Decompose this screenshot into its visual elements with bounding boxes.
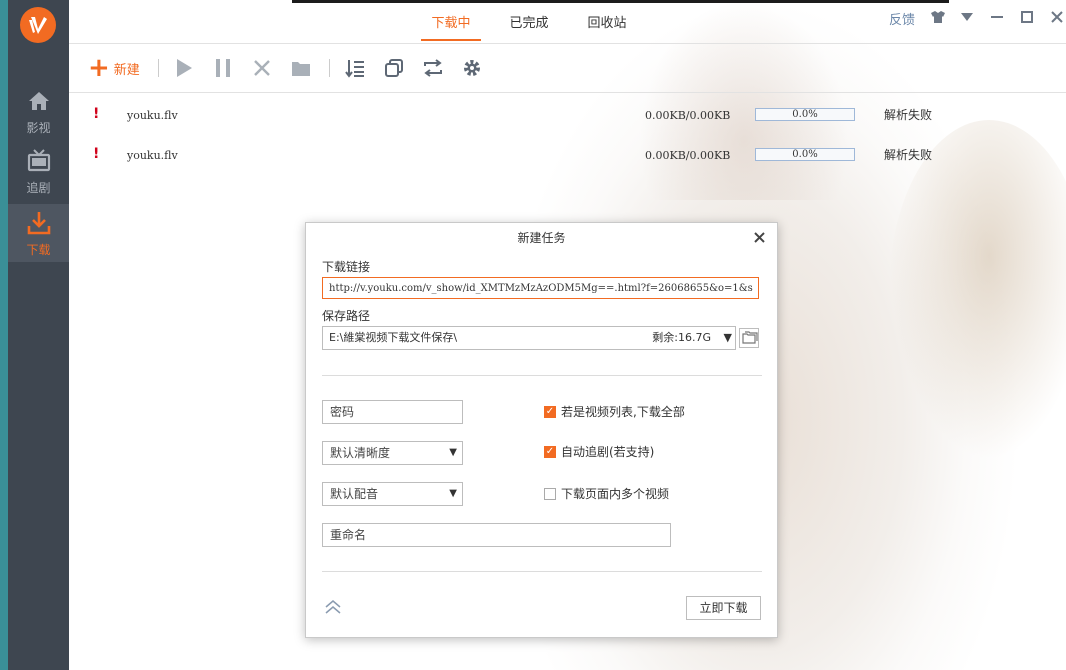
sidebar-item-label: 追剧 (26, 181, 51, 195)
sort-button[interactable] (344, 57, 366, 79)
sidebar-item-label: 下载 (26, 243, 51, 257)
play-icon (176, 59, 192, 77)
audio-value: 默认配音 (330, 487, 379, 501)
toolbar: + 新建 (88, 53, 500, 83)
collapse-up-icon[interactable] (324, 599, 342, 615)
download-now-button[interactable]: 立即下载 (686, 596, 761, 620)
chevron-down-icon: ▼ (449, 447, 457, 458)
url-input[interactable]: http://v.youku.com/v_show/id_XMTMzMzAzOD… (322, 277, 759, 299)
error-icon: ! (93, 106, 100, 122)
toolbar-divider (328, 59, 330, 77)
remaining-space: 剩余:16.7G (652, 331, 711, 344)
status-text: 解析失败 (884, 148, 933, 162)
auto-follow-label: 自动追剧(若支持) (561, 445, 655, 459)
sidebar-item-download[interactable]: 下载 (8, 204, 69, 262)
new-task-label: 新建 (113, 62, 140, 78)
path-label: 保存路径 (322, 309, 371, 323)
folder-icon (742, 331, 758, 344)
pause-button[interactable] (212, 57, 234, 79)
status-text: 解析失败 (884, 108, 933, 122)
tab-completed[interactable]: 已完成 (499, 12, 559, 41)
delete-button[interactable] (251, 57, 273, 79)
close-icon[interactable] (1051, 11, 1063, 23)
checkbox-empty (544, 487, 556, 500)
file-size: 0.00KB/0.00KB (645, 109, 731, 122)
sidebar: 影视 追剧 下载 (0, 0, 69, 670)
home-icon (28, 92, 49, 110)
audio-select[interactable]: 默认配音 ▼ (322, 482, 463, 506)
settings-icon (463, 60, 480, 76)
dialog-divider (322, 375, 762, 376)
file-size: 0.00KB/0.00KB (645, 149, 731, 162)
tab-downloading[interactable]: 下载中 (421, 12, 481, 41)
copy-icon (384, 59, 403, 77)
tv-icon (27, 149, 50, 172)
new-task-dialog: 新建任务 下载链接 http://v.youku.com/v_show/id_X… (305, 222, 778, 638)
sidebar-item-movies[interactable]: 影视 (8, 88, 69, 146)
new-task-button[interactable]: + 新建 (88, 53, 140, 83)
download-row[interactable]: ! youku.flv 0.00KB/0.00KB 0.0% 解析失败 (69, 104, 1066, 128)
settings-button[interactable] (461, 57, 483, 79)
open-folder-button[interactable] (290, 57, 312, 79)
folder-icon (291, 62, 310, 76)
pause-icon (215, 59, 230, 77)
check-icon: ✓ (544, 445, 556, 458)
save-path-select[interactable]: E:\維棠视频下载文件保存\ 剩余:16.7G ▼ (322, 326, 736, 350)
quality-value: 默认清晰度 (330, 446, 391, 460)
logo-icon (29, 17, 47, 34)
shirt-icon[interactable] (930, 10, 946, 24)
progress-bar: 0.0% (755, 108, 855, 121)
sidebar-item-label: 影视 (26, 121, 51, 135)
quality-select[interactable]: 默认清晰度 ▼ (322, 441, 463, 465)
dialog-divider (322, 571, 762, 572)
file-name: youku.flv (127, 109, 178, 122)
retry-button[interactable] (422, 57, 444, 79)
file-name: youku.flv (127, 149, 178, 162)
browse-folder-button[interactable] (739, 328, 759, 348)
copy-link-button[interactable] (383, 57, 405, 79)
rename-input[interactable]: 重命名 (322, 523, 671, 547)
minimize-icon[interactable] (991, 16, 1003, 18)
error-icon: ! (93, 146, 100, 162)
check-icon: ✓ (544, 405, 556, 418)
dropdown-icon[interactable] (961, 13, 973, 21)
app-logo (20, 7, 56, 43)
plus-icon: + (88, 53, 110, 83)
auto-follow-checkbox[interactable]: ✓ 自动追剧(若支持) (544, 443, 654, 460)
chevron-down-icon: ▼ (723, 331, 732, 344)
tab-recycle-bin[interactable]: 回收站 (577, 12, 637, 41)
header-divider (69, 43, 1066, 44)
password-input[interactable]: 密码 (322, 400, 463, 424)
toolbar-divider (157, 59, 159, 77)
multi-video-checkbox[interactable]: 下载页面内多个视频 (544, 485, 669, 502)
start-button[interactable] (173, 57, 195, 79)
refresh-icon (423, 59, 442, 77)
progress-bar: 0.0% (755, 148, 855, 161)
maximize-icon[interactable] (1021, 11, 1033, 23)
main-tabs: 下载中 已完成 回收站 (421, 12, 655, 41)
multi-video-label: 下载页面内多个视频 (561, 487, 670, 501)
sidebar-item-series[interactable]: 追剧 (8, 148, 69, 206)
download-all-label: 若是视频列表,下载全部 (561, 405, 685, 419)
feedback-link[interactable]: 反馈 (889, 9, 915, 28)
url-label: 下载链接 (322, 260, 371, 274)
save-path-value: E:\維棠视频下载文件保存\ (329, 331, 458, 344)
download-icon (27, 212, 50, 235)
download-row[interactable]: ! youku.flv 0.00KB/0.00KB 0.0% 解析失败 (69, 144, 1066, 168)
list-divider (69, 92, 1066, 93)
download-all-checkbox[interactable]: ✓ 若是视频列表,下载全部 (544, 403, 685, 420)
dialog-close-icon[interactable] (754, 232, 765, 243)
chevron-down-icon: ▼ (449, 488, 457, 499)
top-edge-strip (292, 0, 949, 3)
delete-icon (253, 60, 270, 76)
dialog-title: 新建任务 (517, 231, 566, 245)
sort-icon (345, 60, 364, 78)
